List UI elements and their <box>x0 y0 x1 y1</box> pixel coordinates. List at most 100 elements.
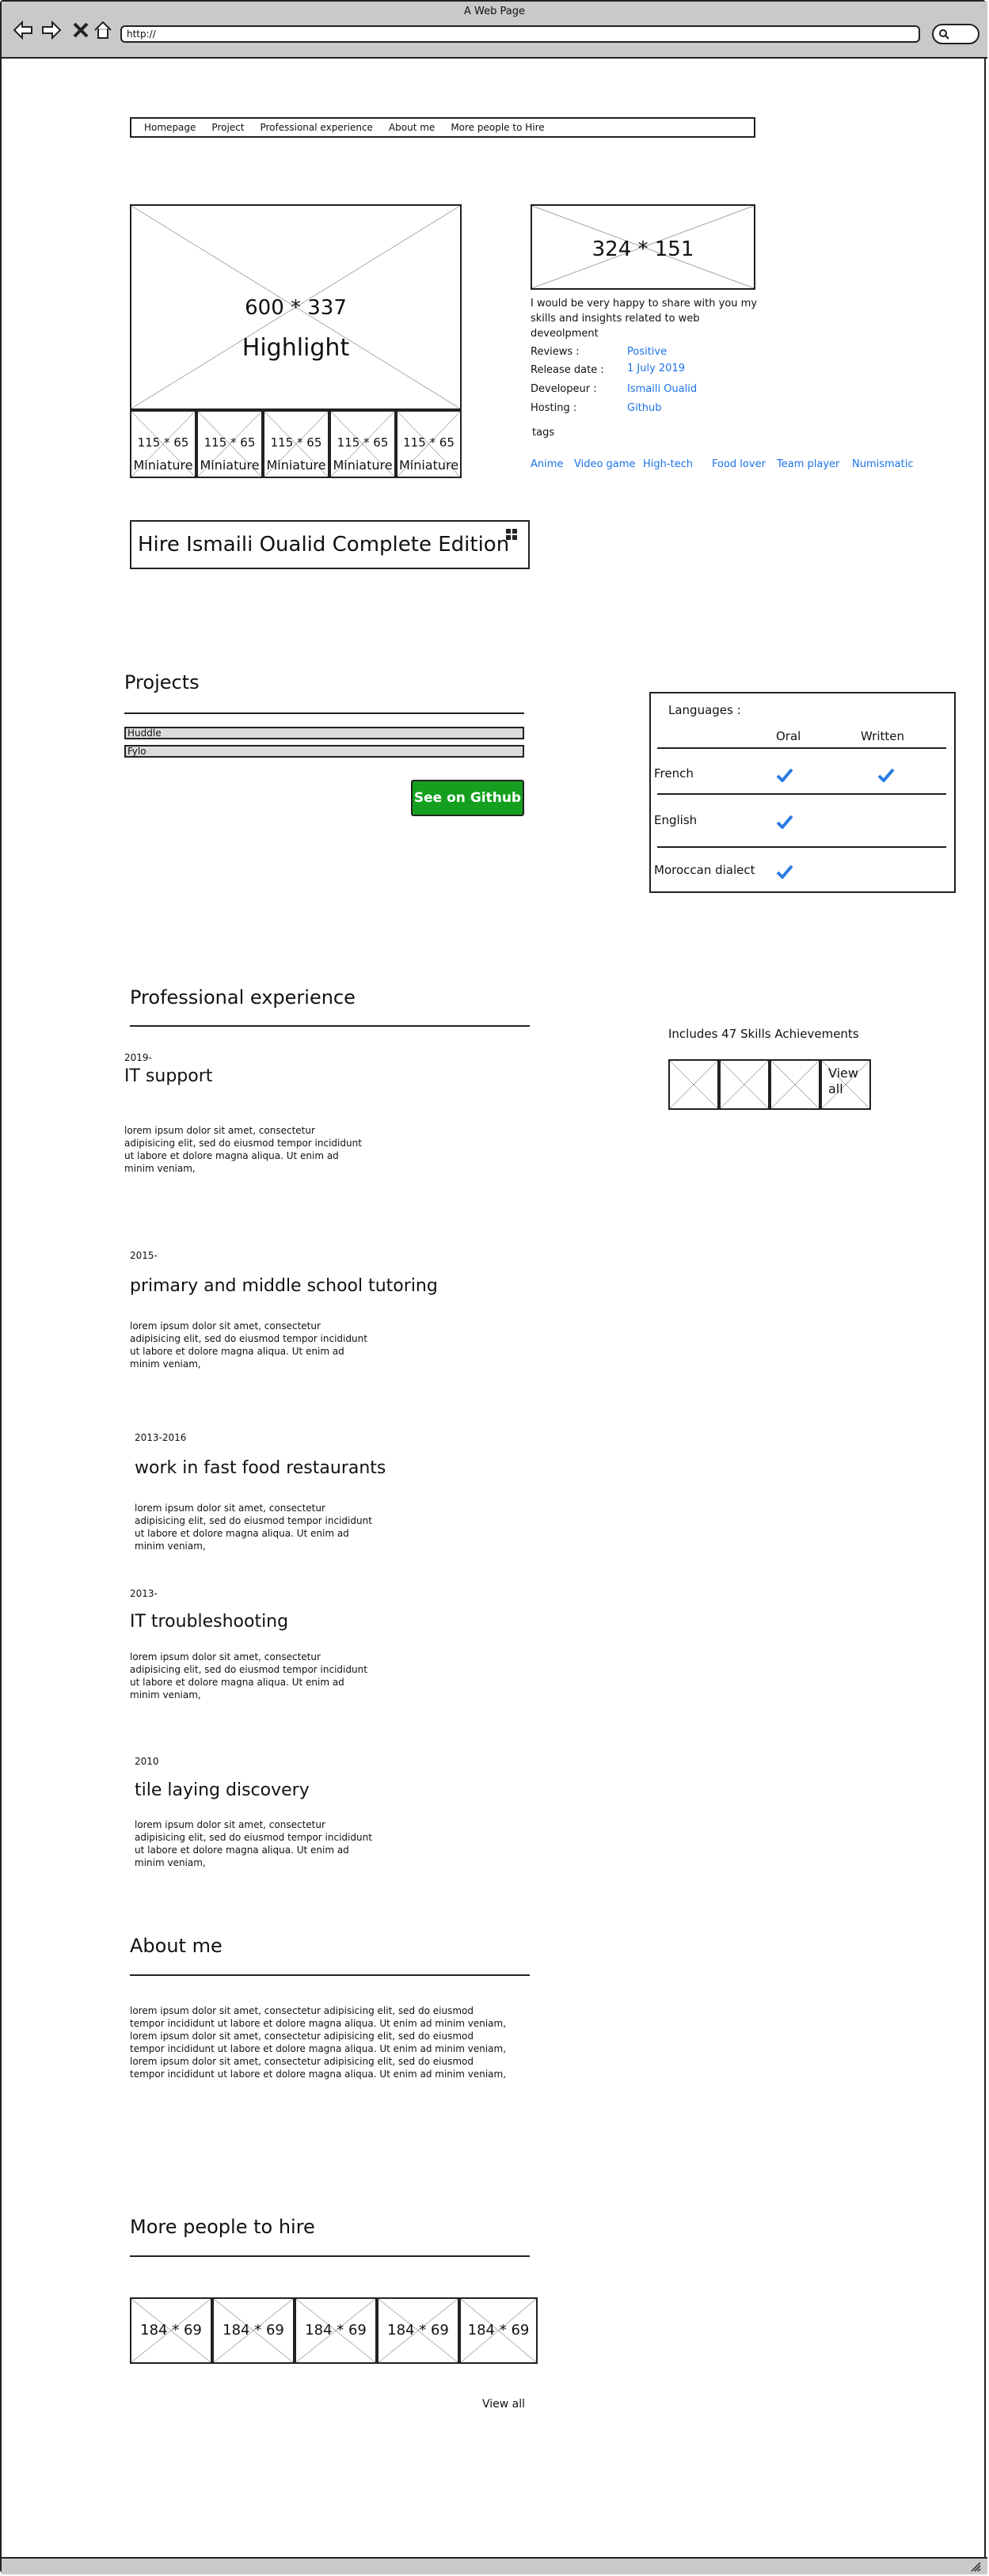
tags-label: tags <box>532 427 555 439</box>
tag-link[interactable]: Numismatic <box>852 458 914 470</box>
highlight-image-caption: Highlight <box>242 334 350 362</box>
person-card[interactable]: 184 * 69 <box>377 2297 459 2364</box>
person-card[interactable]: 184 * 69 <box>459 2297 538 2364</box>
see-on-github-button[interactable]: See on Github <box>411 780 524 816</box>
stop-icon[interactable] <box>70 19 92 41</box>
browser-search-box[interactable] <box>932 24 979 44</box>
experience-text: lorem ipsum dolor sit amet, consectetur … <box>135 1819 372 1868</box>
nav-item-project[interactable]: Project <box>211 122 244 133</box>
forward-arrow-icon[interactable] <box>40 19 62 41</box>
top-nav: Homepage Project Professional experience… <box>130 117 755 138</box>
check-icon <box>776 864 793 879</box>
divider <box>124 712 524 714</box>
status-bar <box>2 2557 987 2574</box>
project-item[interactable]: Huddle <box>124 727 524 739</box>
person-card-size: 184 * 69 <box>305 2322 367 2339</box>
thumbnail-size: 115 * 65 <box>137 435 189 450</box>
thumbnail[interactable]: 115 * 65 Miniature <box>329 410 396 478</box>
tag-link[interactable]: Team player <box>777 458 839 470</box>
detail-label: Hosting : <box>531 402 577 414</box>
title-bar: A Web Page http:// <box>2 2 987 59</box>
person-card[interactable]: 184 * 69 <box>212 2297 295 2364</box>
experience-text: lorem ipsum dolor sit amet, consectetur … <box>135 1503 372 1552</box>
nav-item-homepage[interactable]: Homepage <box>144 122 196 133</box>
check-icon <box>776 815 793 829</box>
more-people-view-all-link[interactable]: View all <box>482 2398 525 2411</box>
languages-title: Languages : <box>668 703 741 717</box>
highlight-image[interactable]: 600 * 337 Highlight <box>130 204 462 410</box>
side-image-size: 324 * 151 <box>591 237 694 261</box>
home-icon[interactable] <box>92 19 114 41</box>
experience-date: 2019- <box>124 1052 152 1063</box>
column-header-oral: Oral <box>776 729 801 743</box>
divider <box>130 2255 530 2257</box>
divider <box>657 747 946 749</box>
thumbnail[interactable]: 115 * 65 Miniature <box>263 410 329 478</box>
thumbnail[interactable]: 115 * 65 Miniature <box>196 410 263 478</box>
experience-date: 2010 <box>135 1756 159 1767</box>
achievement-thumbnail[interactable] <box>668 1059 719 1110</box>
thumbnail-caption: Miniature <box>133 458 193 473</box>
divider <box>130 1025 530 1027</box>
thumbnail-caption: Miniature <box>266 458 326 473</box>
nav-item-about-me[interactable]: About me <box>389 122 435 133</box>
achievements-title: Includes 47 Skills Achievements <box>668 1027 859 1041</box>
project-item[interactable]: Fylo <box>124 745 524 758</box>
experience-text: lorem ipsum dolor sit amet, consectetur … <box>130 1651 367 1700</box>
detail-label: Release date : <box>531 364 604 376</box>
window-title: A Web Page <box>464 6 525 17</box>
resize-grip-icon[interactable] <box>970 2561 981 2572</box>
experience-title-item: IT troubleshooting <box>130 1612 289 1632</box>
thumbnail[interactable]: 115 * 65 Miniature <box>396 410 462 478</box>
languages-panel: Languages : Oral Written French English … <box>649 692 956 893</box>
experience-title: Professional experience <box>130 986 356 1009</box>
experience-text: lorem ipsum dolor sit amet, consectetur … <box>124 1125 362 1174</box>
hero-description: I would be very happy to share with you … <box>531 298 758 340</box>
check-icon <box>776 768 793 782</box>
detail-label: Reviews : <box>531 346 580 358</box>
detail-value-developer[interactable]: Ismaili Oualid <box>627 383 697 395</box>
person-card-size: 184 * 69 <box>223 2322 284 2339</box>
detail-value-reviews[interactable]: Positive <box>627 346 667 358</box>
detail-value-release-date[interactable]: 1 July 2019 <box>627 363 685 374</box>
tag-link[interactable]: Video game <box>574 458 635 470</box>
side-image[interactable]: 324 * 151 <box>531 204 755 290</box>
thumbnail-size: 115 * 65 <box>403 435 455 450</box>
windows-icon <box>506 529 517 540</box>
achievement-thumbnail[interactable] <box>770 1059 820 1110</box>
check-icon <box>877 768 895 782</box>
achievements-view-all[interactable]: View all <box>820 1059 871 1110</box>
experience-title-item: primary and middle school tutoring <box>130 1276 438 1296</box>
experience-date: 2015- <box>130 1250 158 1261</box>
person-card-size: 184 * 69 <box>467 2322 530 2339</box>
detail-value-hosting[interactable]: Github <box>627 402 662 414</box>
experience-text: lorem ipsum dolor sit amet, consectetur … <box>130 1320 367 1370</box>
thumbnail-size: 115 * 65 <box>337 435 389 450</box>
back-arrow-icon[interactable] <box>13 19 35 41</box>
thumbnail-size: 115 * 65 <box>204 435 256 450</box>
view-all-label: View all <box>828 1066 858 1096</box>
divider <box>657 846 946 848</box>
person-card-size: 184 * 69 <box>387 2322 449 2339</box>
browser-window: A Web Page http:// Homepage Project Prof… <box>0 0 987 2574</box>
tag-link[interactable]: Food lover <box>712 458 766 470</box>
nav-item-more-people[interactable]: More people to Hire <box>451 122 544 133</box>
url-input[interactable]: http:// <box>120 25 920 43</box>
about-text: lorem ipsum dolor sit amet, consectetur … <box>130 2005 507 2080</box>
projects-title: Projects <box>124 671 200 693</box>
thumbnail[interactable]: 115 * 65 Miniature <box>130 410 196 478</box>
person-card[interactable]: 184 * 69 <box>130 2297 212 2364</box>
thumbnail-size: 115 * 65 <box>270 435 322 450</box>
experience-title-item: tile laying discovery <box>135 1780 310 1800</box>
language-name: Moroccan dialect <box>654 863 755 877</box>
more-people-title: More people to hire <box>130 2216 315 2238</box>
divider <box>657 793 946 795</box>
language-name: French <box>654 766 694 781</box>
tag-link[interactable]: High-tech <box>643 458 693 470</box>
nav-item-professional-experience[interactable]: Professional experience <box>260 122 372 133</box>
person-card[interactable]: 184 * 69 <box>295 2297 377 2364</box>
thumbnail-caption: Miniature <box>200 458 260 473</box>
hire-button[interactable]: Hire Ismaili Oualid Complete Edition <box>130 520 530 569</box>
achievement-thumbnail[interactable] <box>719 1059 770 1110</box>
tag-link[interactable]: Anime <box>531 458 563 470</box>
